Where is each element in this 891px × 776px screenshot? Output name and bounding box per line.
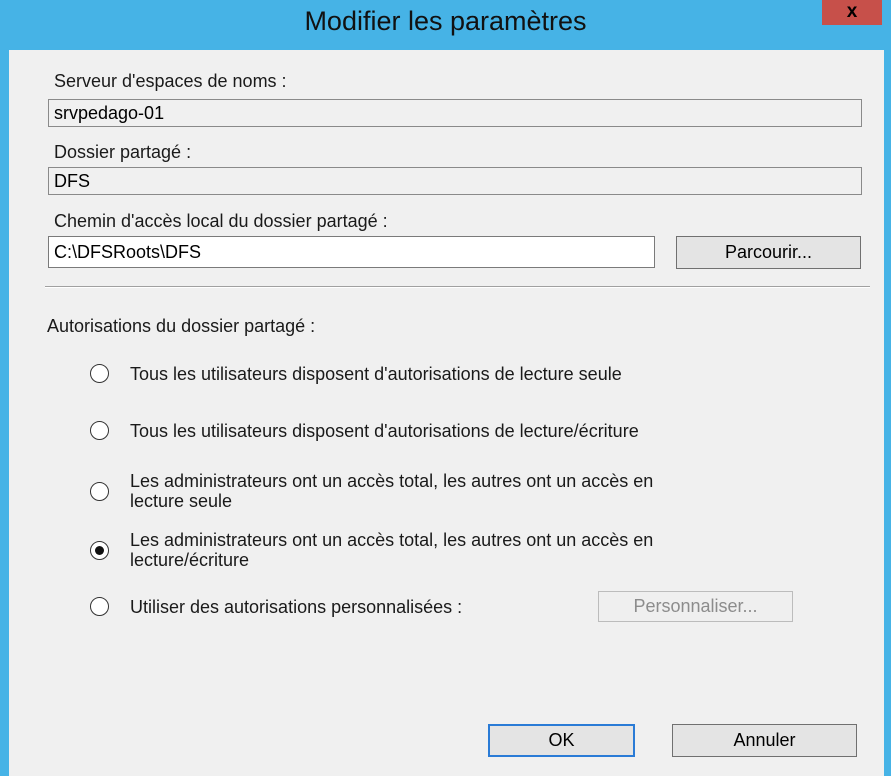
permission-option-label: Tous les utilisateurs disposent d'autori… xyxy=(130,364,622,384)
permission-option-custom[interactable]: Utiliser des autorisations personnalisée… xyxy=(90,596,590,620)
customize-button: Personnaliser... xyxy=(598,591,793,622)
permission-option-label: Les administrateurs ont un accès total, … xyxy=(130,530,654,550)
radio-button[interactable] xyxy=(90,597,109,616)
shared-folder-label: Dossier partagé : xyxy=(54,142,192,162)
radio-button[interactable] xyxy=(90,421,109,440)
namespace-server-field: srvpedago-01 xyxy=(48,99,862,127)
dialog-title: Modifier les paramètres xyxy=(304,6,587,36)
radio-button-selected[interactable] xyxy=(90,541,109,560)
permission-option-label-line2: lecture/écriture xyxy=(130,550,250,570)
cancel-button[interactable]: Annuler xyxy=(672,724,857,757)
local-path-label: Chemin d'accès local du dossier partagé … xyxy=(54,211,388,231)
permission-option-label-line2: lecture seule xyxy=(130,491,233,511)
radio-button[interactable] xyxy=(90,364,109,383)
ok-button[interactable]: OK xyxy=(488,724,635,757)
permission-option-admin-full-others-read-write[interactable]: Les administrateurs ont un accès total, … xyxy=(90,530,830,574)
window-frame-right xyxy=(884,0,891,776)
namespace-server-label: Serveur d'espaces de noms : xyxy=(54,71,287,91)
dialog-body: Serveur d'espaces de noms : srvpedago-01… xyxy=(9,50,884,776)
permission-option-label: Tous les utilisateurs disposent d'autori… xyxy=(130,421,639,441)
modify-settings-dialog: Modifier les paramètres x Serveur d'espa… xyxy=(0,0,891,776)
window-frame-left xyxy=(0,0,9,776)
permission-option-label: Les administrateurs ont un accès total, … xyxy=(130,471,654,491)
permissions-label: Autorisations du dossier partagé : xyxy=(47,316,316,336)
close-button[interactable]: x xyxy=(822,0,882,25)
permission-option-label: Utiliser des autorisations personnalisée… xyxy=(130,597,463,617)
browse-button[interactable]: Parcourir... xyxy=(676,236,861,269)
radio-selected-dot xyxy=(95,546,104,555)
permission-option-read-write-all[interactable]: Tous les utilisateurs disposent d'autori… xyxy=(90,420,830,444)
radio-button[interactable] xyxy=(90,482,109,501)
title-bar[interactable]: Modifier les paramètres x xyxy=(0,0,891,50)
local-path-input[interactable]: C:\DFSRoots\DFS xyxy=(48,236,655,268)
permission-option-read-only-all[interactable]: Tous les utilisateurs disposent d'autori… xyxy=(90,363,830,387)
separator xyxy=(45,286,870,288)
permission-option-admin-full-others-read[interactable]: Les administrateurs ont un accès total, … xyxy=(90,471,830,515)
shared-folder-field: DFS xyxy=(48,167,862,195)
